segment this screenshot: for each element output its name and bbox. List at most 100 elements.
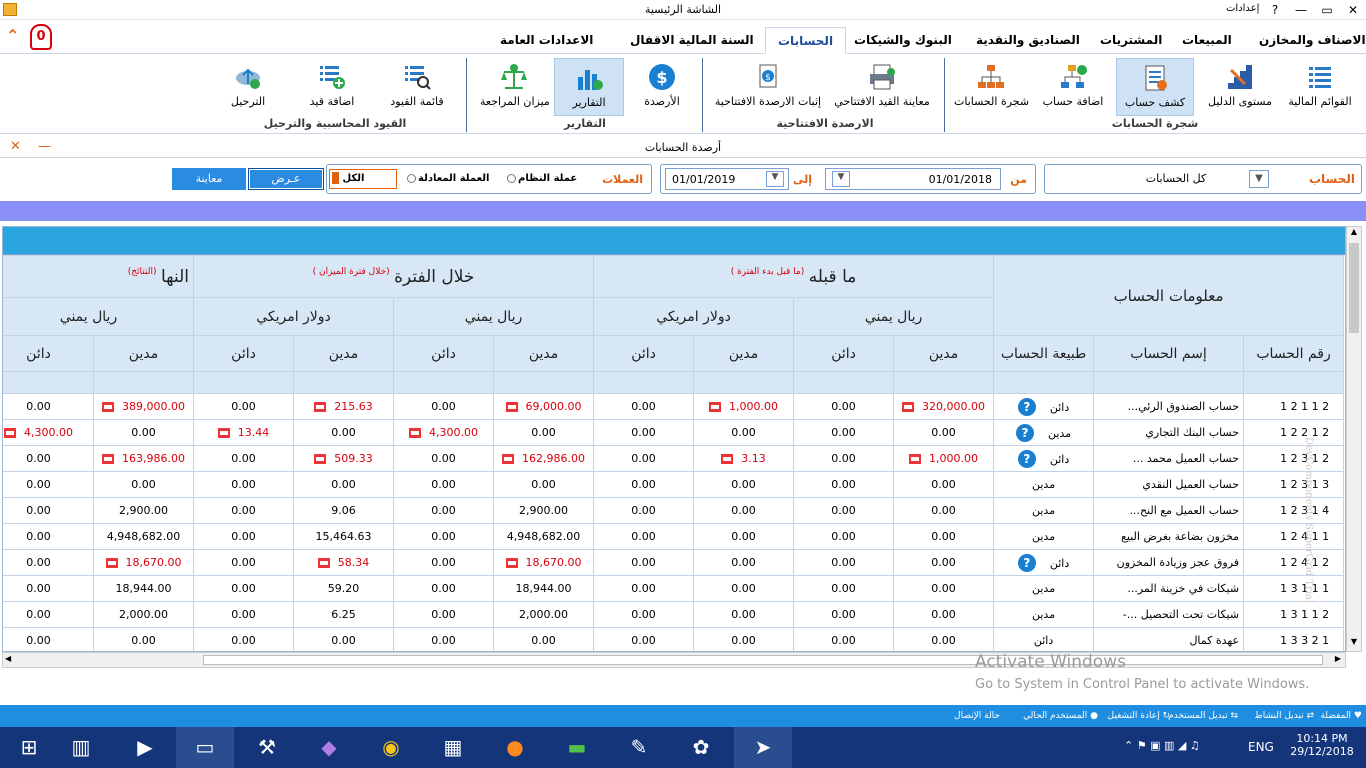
balance-cell[interactable]: 1,000.00 xyxy=(693,393,795,420)
reports-button[interactable]: التقارير xyxy=(554,58,624,116)
balance-cell[interactable]: 59.20 xyxy=(293,575,394,602)
start-icon[interactable]: ⊞ xyxy=(0,727,58,768)
balance-cell[interactable]: 0.00 xyxy=(393,627,494,651)
balance-cell[interactable]: 0.00 xyxy=(793,445,895,472)
account-number-cell[interactable]: 1 2 3 1 3 xyxy=(1243,471,1345,498)
paint-icon[interactable]: ✿ xyxy=(672,727,730,768)
col-credit[interactable]: دائن xyxy=(3,335,94,372)
show-button[interactable]: عـرض xyxy=(248,168,324,190)
add-account-button[interactable]: اضافة حساب xyxy=(1038,58,1108,116)
balance-cell[interactable]: 0.00 xyxy=(793,419,895,446)
network-icon[interactable]: ▬ xyxy=(548,727,606,768)
balance-cell[interactable]: 215.63 xyxy=(293,393,394,420)
balance-cell[interactable]: 0.00 xyxy=(93,627,194,651)
table-row[interactable]: 4,300.00 0.00 13.44 0.00 4,300.00 0.00 0.00 0.0… xyxy=(3,419,1345,446)
balance-cell[interactable]: 0.00 xyxy=(693,523,795,550)
balance-cell[interactable]: 18,944.00 xyxy=(93,575,194,602)
balance-cell[interactable]: 2,000.00 xyxy=(93,601,194,628)
balance-cell[interactable]: 0.00 xyxy=(293,627,394,651)
account-nature-cell[interactable]: مدين xyxy=(993,523,1095,550)
balance-cell[interactable]: 0.00 xyxy=(693,471,795,498)
account-nature-cell[interactable]: دائن xyxy=(993,627,1095,651)
balance-cell[interactable]: 0.00 xyxy=(193,497,294,524)
financial-statements-button[interactable]: القوائم المالية xyxy=(1284,58,1356,116)
balance-cell[interactable]: 0.00 xyxy=(393,393,494,420)
chevron-down-icon[interactable]: ▼ xyxy=(832,171,850,187)
balance-cell[interactable]: 320,000.00 xyxy=(893,393,995,420)
calculator-icon[interactable]: ▦ xyxy=(424,727,482,768)
balance-cell[interactable]: 0.00 xyxy=(293,419,394,446)
balance-cell[interactable]: 4,300.00 xyxy=(3,419,94,446)
balance-cell[interactable]: 18,944.00 xyxy=(492,575,595,602)
language-indicator[interactable]: ENG xyxy=(1248,740,1274,754)
balance-cell[interactable]: 0.00 xyxy=(93,419,194,446)
balance-cell[interactable]: 4,948,682.00 xyxy=(93,523,194,550)
account-number-cell[interactable]: 1 3 1 1 1 xyxy=(1243,575,1345,602)
account-nature-cell[interactable]: مدين xyxy=(993,601,1095,628)
balance-cell[interactable]: 0.00 xyxy=(893,523,995,550)
chevron-down-icon[interactable]: ▼ xyxy=(1249,170,1269,188)
notification-bell-icon[interactable]: 0 xyxy=(30,24,52,50)
account-name-cell[interactable]: حساب العميل النقدي xyxy=(1093,471,1245,498)
balance-cell[interactable]: 0.00 xyxy=(593,601,695,628)
balance-cell[interactable]: 2,000.00 xyxy=(492,601,595,628)
col-debit[interactable]: مدين xyxy=(293,335,394,372)
from-date-input[interactable]: ▼ 01/01/2018 xyxy=(825,168,1001,190)
balances-button[interactable]: $ الأرصدة xyxy=(632,58,692,116)
system-currency-radio[interactable]: عملة النظام xyxy=(507,173,577,184)
minimize-button[interactable]: — xyxy=(1288,0,1314,20)
balance-cell[interactable]: 0.00 xyxy=(893,419,995,446)
posting-button[interactable]: الترحيل xyxy=(222,58,274,116)
account-number-cell[interactable]: 1 2 3 1 2 xyxy=(1243,445,1345,472)
balance-cell[interactable]: 389,000.00 xyxy=(93,393,194,420)
balances-grid[interactable]: (النتائج) النها خلال الفترة (خلال فترة ا… xyxy=(2,226,1346,652)
tab-sales[interactable]: المبيعات xyxy=(1170,27,1244,54)
account-number-cell[interactable]: 1 3 3 2 1 xyxy=(1243,627,1345,651)
help-button[interactable]: ? xyxy=(1262,0,1288,20)
account-name-cell[interactable]: مخزون بضاعة بغرض البيع xyxy=(1093,523,1245,550)
close-button[interactable]: ✕ xyxy=(1340,0,1366,20)
col-account-number[interactable]: رقم الحساب xyxy=(1243,335,1345,372)
chevron-up-icon[interactable]: ⌃ xyxy=(6,26,19,45)
col-credit[interactable]: دائن xyxy=(593,335,695,372)
account-nature-cell[interactable]: مدين xyxy=(993,575,1095,602)
account-name-cell[interactable]: -... شيكات تحت التحصيل xyxy=(1093,601,1245,628)
post-opening-balances-button[interactable]: $ إثبات الارصدة الافتتاحية xyxy=(712,58,824,116)
balance-cell[interactable]: 0.00 xyxy=(93,471,194,498)
favorites-item[interactable]: المفضلة ♥ xyxy=(1320,711,1362,721)
account-number-cell[interactable]: 1 2 4 1 1 xyxy=(1243,523,1345,550)
balance-cell[interactable]: 0.00 xyxy=(793,549,895,576)
balance-cell[interactable]: 0.00 xyxy=(3,627,94,651)
balance-cell[interactable]: 4,300.00 xyxy=(393,419,494,446)
to-date-input[interactable]: ▼ 01/01/2019 xyxy=(665,168,789,190)
account-nature-cell[interactable]: ? دائن xyxy=(993,549,1095,576)
tab-banks[interactable]: البنوك والشيكات xyxy=(842,27,964,54)
entries-list-button[interactable]: قائمة القيود xyxy=(384,58,450,116)
col-account-name[interactable]: إسم الحساب xyxy=(1093,335,1245,372)
balance-cell[interactable]: 0.00 xyxy=(793,627,895,651)
account-nature-cell[interactable]: ? دائن xyxy=(993,393,1095,420)
server-manager-icon[interactable]: ▥ xyxy=(52,727,110,768)
balance-cell[interactable]: 0.00 xyxy=(893,575,995,602)
table-row[interactable]: 0.00 389,000.00 0.00 215.63 0.00 69,000.00 0.0… xyxy=(3,393,1345,420)
tab-accounts[interactable]: الحسابات xyxy=(765,27,847,54)
account-number-cell[interactable]: 1 2 1 1 2 xyxy=(1243,393,1345,420)
balance-cell[interactable]: 0.00 xyxy=(3,523,94,550)
opening-entry-preview-button[interactable]: معاينة القيد الافتتاحي xyxy=(832,58,932,116)
balance-cell[interactable]: 0.00 xyxy=(793,497,895,524)
balance-cell[interactable]: 0.00 xyxy=(393,523,494,550)
balance-cell[interactable]: 0.00 xyxy=(492,419,595,446)
balance-cell[interactable]: 0.00 xyxy=(3,445,94,472)
col-debit[interactable]: مدين xyxy=(693,335,795,372)
table-row[interactable]: 0.00 0.00 0.00 0.00 0.00 0.00 0.00 0.00 0.00 0.00… xyxy=(3,627,1345,651)
balance-cell[interactable]: 0.00 xyxy=(193,575,294,602)
balance-cell[interactable]: 0.00 xyxy=(193,471,294,498)
preview-button[interactable]: معاينة xyxy=(172,168,246,190)
current-user-item[interactable]: المستخدم الحالي ● xyxy=(1023,711,1098,721)
tab-purchases[interactable]: المشتريات xyxy=(1088,27,1174,54)
balance-cell[interactable]: 0.00 xyxy=(593,497,695,524)
chevron-down-icon[interactable]: ▼ xyxy=(766,171,784,187)
balance-cell[interactable]: 58.34 xyxy=(293,549,394,576)
balance-cell[interactable]: 0.00 xyxy=(492,471,595,498)
account-number-cell[interactable]: 1 2 2 1 2 xyxy=(1243,419,1345,446)
